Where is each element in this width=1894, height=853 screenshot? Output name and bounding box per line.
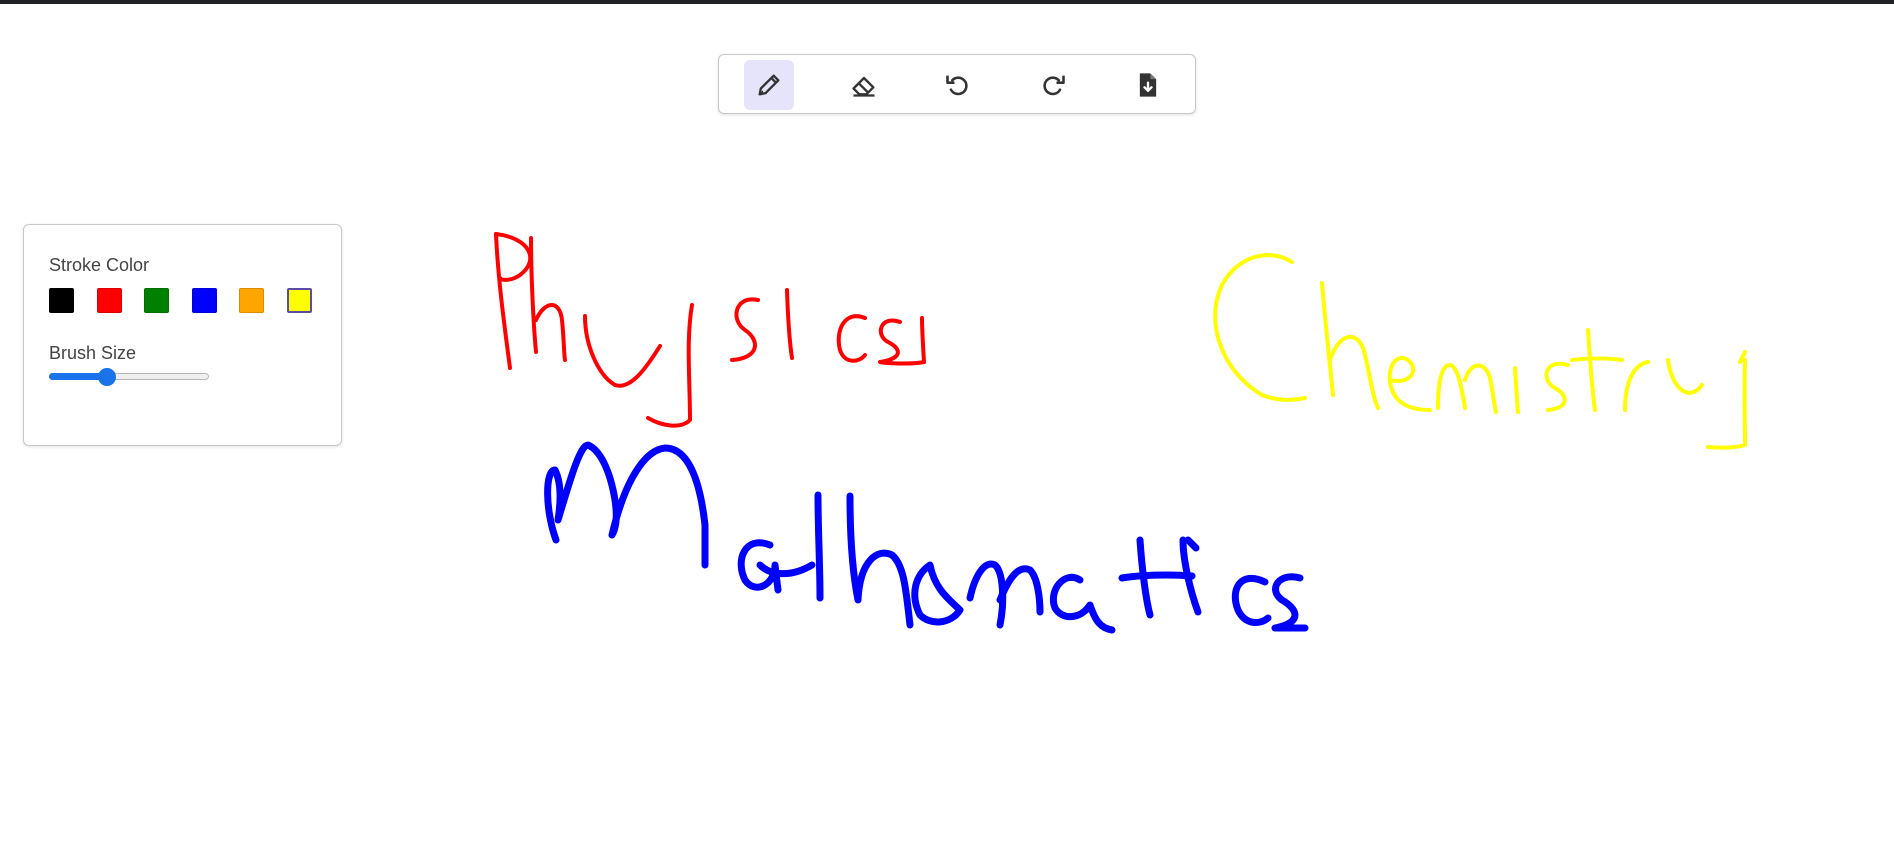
file-download-icon <box>1139 73 1157 97</box>
color-swatch-yellow[interactable] <box>287 288 312 313</box>
stroke-word-chemistry <box>1213 253 1747 450</box>
color-swatch-blue[interactable] <box>192 288 217 313</box>
color-swatch-red[interactable] <box>97 288 122 313</box>
drawing-toolbar <box>718 54 1196 114</box>
redo-icon <box>1043 75 1065 96</box>
color-swatch-black[interactable] <box>49 288 74 313</box>
redo-button[interactable] <box>1028 60 1078 110</box>
stroke-color-label: Stroke Color <box>49 255 150 275</box>
undo-icon <box>946 75 968 96</box>
pencil-icon <box>758 74 780 96</box>
pen-tool-button[interactable] <box>744 60 794 110</box>
brush-size-label: Brush Size <box>49 343 137 363</box>
stroke-word-mathematics <box>544 441 1309 634</box>
slider-thumb[interactable] <box>97 368 116 386</box>
eraser-tool-button[interactable] <box>839 60 889 110</box>
brush-size-slider[interactable] <box>49 368 209 386</box>
color-swatch-green[interactable] <box>144 288 169 313</box>
stroke-word-physics <box>494 232 926 428</box>
eraser-icon <box>852 76 875 97</box>
color-swatch-orange[interactable] <box>239 288 264 313</box>
undo-button[interactable] <box>933 60 983 110</box>
settings-panel: Stroke Color Brush Size <box>23 224 342 446</box>
download-button[interactable] <box>1123 60 1173 110</box>
